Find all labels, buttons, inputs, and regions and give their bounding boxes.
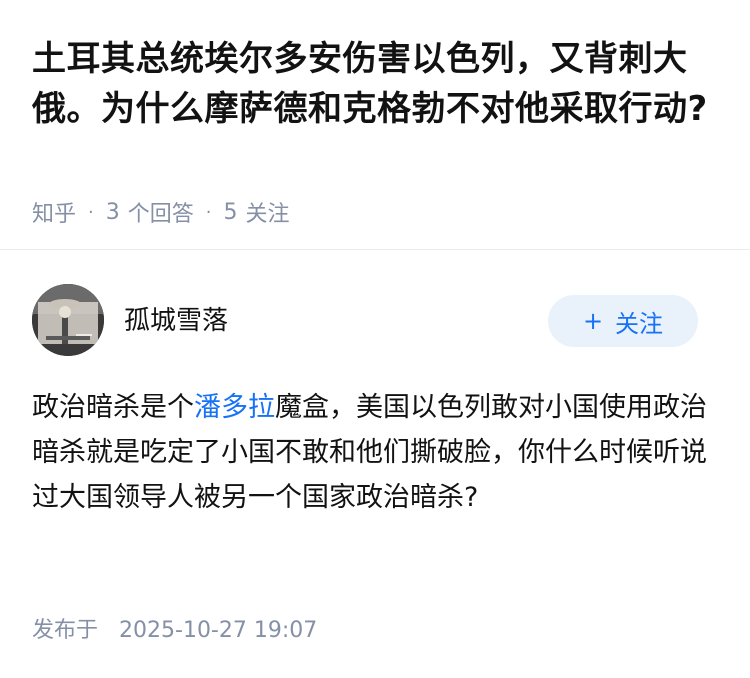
answer-content: 政治暗杀是个潘多拉魔盒，美国以色列敢对小国使用政治暗杀就是吃定了小国不敢和他们撕… — [32, 385, 712, 520]
meta-separator: · — [88, 201, 94, 223]
author-name[interactable]: 孤城雪落 — [124, 300, 228, 337]
section-divider — [0, 249, 750, 250]
author-row: 孤城雪落 + 关注 — [32, 284, 698, 356]
follow-count: 5 — [223, 199, 238, 225]
answer-count-label[interactable]: 个回答 — [128, 196, 194, 228]
published-time: 2025-10-27 19:07 — [119, 618, 318, 643]
avatar-image — [32, 284, 104, 356]
question-meta: 知乎 · 3 个回答 · 5 关注 — [32, 196, 290, 228]
keyword-link[interactable]: 潘多拉 — [194, 392, 275, 423]
published-label: 发布于 — [32, 618, 99, 643]
follow-button[interactable]: + 关注 — [548, 295, 698, 347]
answer-text-start: 政治暗杀是个 — [32, 392, 194, 423]
avatar[interactable] — [32, 284, 104, 356]
question-title[interactable]: 土耳其总统埃尔多安伤害以色列，又背刺大俄。为什么摩萨德和克格勃不对他采取行动? — [32, 34, 722, 134]
answer-count: 3 — [105, 199, 120, 225]
question-header: 土耳其总统埃尔多安伤害以色列，又背刺大俄。为什么摩萨德和克格勃不对他采取行动? — [32, 34, 722, 134]
source-label[interactable]: 知乎 — [32, 196, 76, 228]
follow-button-label: 关注 — [615, 309, 664, 338]
follow-count-label[interactable]: 关注 — [246, 196, 290, 228]
plus-icon: + — [582, 307, 604, 335]
publish-info: 发布于 2025-10-27 19:07 — [32, 612, 317, 644]
meta-separator: · — [205, 201, 212, 223]
